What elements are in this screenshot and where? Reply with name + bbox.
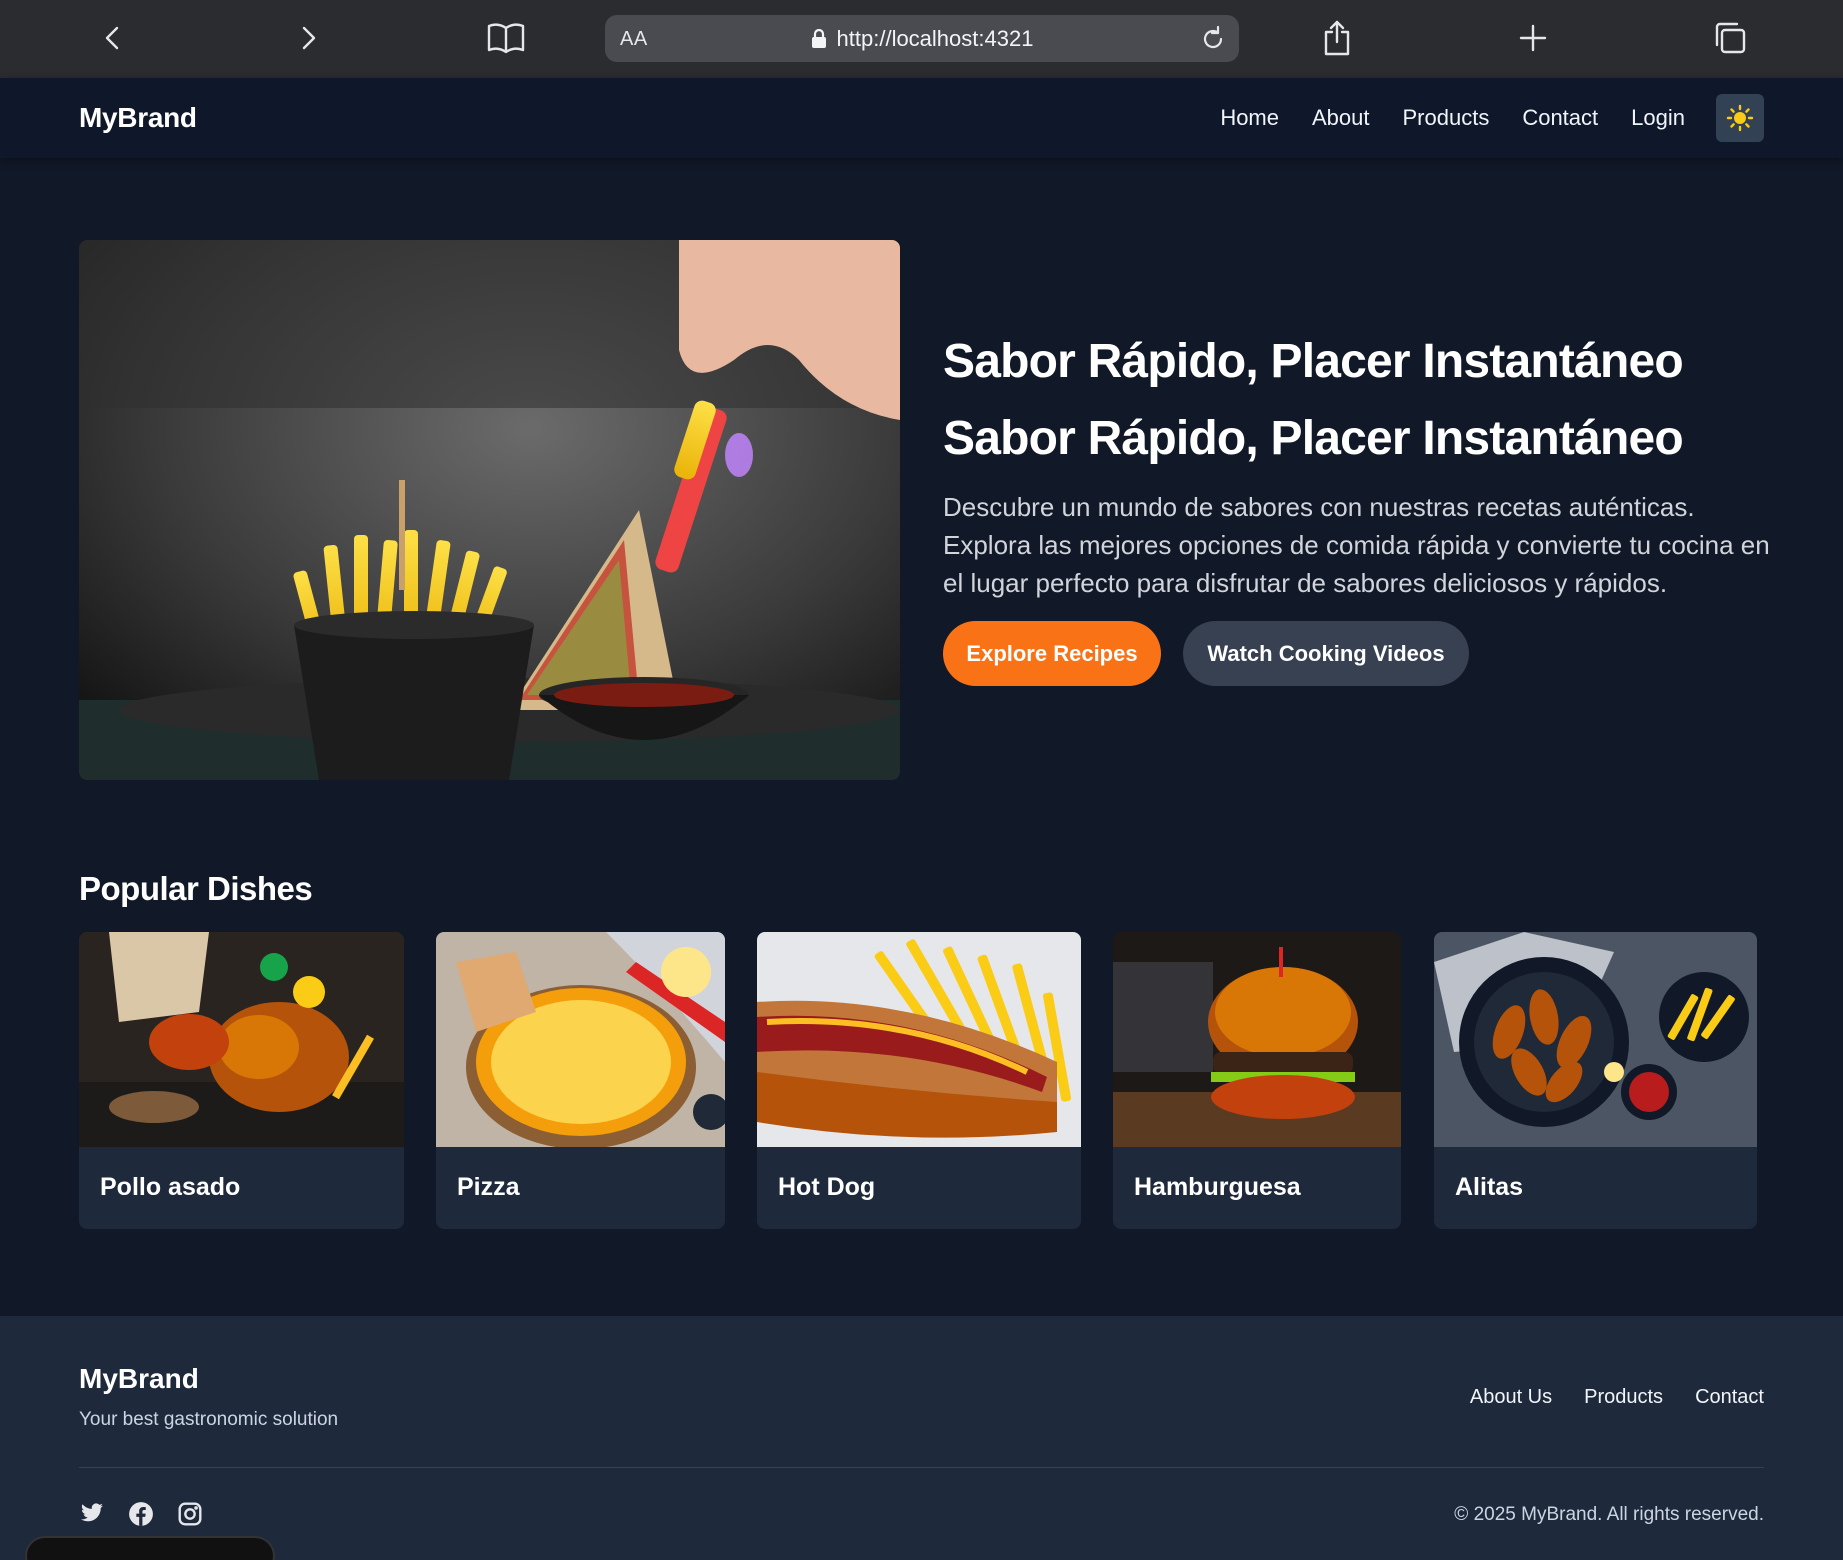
watch-videos-button[interactable]: Watch Cooking Videos	[1183, 621, 1469, 686]
forward-button[interactable]	[284, 14, 332, 62]
dish-card[interactable]: Alitas	[1434, 932, 1757, 1229]
chevron-left-icon	[105, 26, 119, 50]
dish-name: Hamburguesa	[1134, 1173, 1301, 1201]
new-tab-button[interactable]	[1509, 14, 1557, 62]
facebook-icon[interactable]	[128, 1501, 154, 1527]
hero-title-repeat: Sabor Rápido, Placer Instantáneo	[943, 412, 1684, 465]
footer-link-products[interactable]: Products	[1584, 1386, 1663, 1409]
dish-image	[436, 932, 725, 1147]
back-button[interactable]	[89, 14, 137, 62]
share-button[interactable]	[1313, 14, 1361, 62]
dish-name: Alitas	[1455, 1173, 1524, 1201]
dev-toolbar[interactable]	[25, 1536, 275, 1560]
dish-name: Hot Dog	[778, 1173, 876, 1201]
site-footer: MyBrand Your best gastronomic solution A…	[0, 1316, 1843, 1560]
nav-link-login[interactable]: Login	[1631, 105, 1685, 131]
dish-image	[1113, 932, 1401, 1147]
dish-name: Pollo asado	[100, 1173, 241, 1201]
nav-links: Home About Products Contact Login	[1220, 105, 1685, 131]
dish-card[interactable]: Hamburguesa	[1113, 932, 1401, 1229]
url-text: http://localhost:4321	[836, 25, 1034, 51]
dish-card[interactable]: Pizza	[436, 932, 725, 1229]
copyright-text: © 2025 MyBrand. All rights reserved.	[1454, 1504, 1764, 1525]
dish-card[interactable]: Hot Dog	[757, 932, 1081, 1229]
site-navbar: MyBrand Home About Products Contact Logi…	[0, 78, 1843, 158]
hero-image	[79, 240, 900, 780]
hero-description: Descubre un mundo de sabores con nuestra…	[943, 492, 1770, 598]
hero-title: Sabor Rápido, Placer Instantáneo	[943, 335, 1684, 388]
dish-name: Pizza	[457, 1173, 520, 1201]
brand-logo[interactable]: MyBrand	[79, 102, 197, 134]
sun-icon	[1726, 104, 1754, 132]
nav-link-about[interactable]: About	[1312, 105, 1370, 131]
chevron-right-icon	[302, 26, 316, 50]
dish-image	[1434, 932, 1757, 1147]
instagram-icon[interactable]	[177, 1501, 203, 1527]
footer-link-contact[interactable]: Contact	[1695, 1386, 1764, 1409]
nav-link-home[interactable]: Home	[1220, 105, 1279, 131]
reader-button[interactable]	[482, 14, 530, 62]
share-icon	[1324, 20, 1350, 56]
tabs-overview-button[interactable]	[1706, 14, 1754, 62]
footer-link-about-us[interactable]: About Us	[1470, 1386, 1552, 1409]
footer-links: About Us Products Contact	[1470, 1386, 1764, 1409]
url-display: http://localhost:4321	[605, 15, 1239, 62]
browser-toolbar: AA http://localhost:4321	[0, 0, 1843, 78]
dish-card[interactable]: Pollo asado	[79, 932, 404, 1229]
tabs-icon	[1715, 22, 1746, 54]
theme-toggle-button[interactable]	[1716, 94, 1764, 142]
lock-icon	[811, 28, 826, 48]
nav-link-contact[interactable]: Contact	[1522, 105, 1598, 131]
reload-icon[interactable]	[1199, 25, 1227, 53]
footer-divider	[79, 1467, 1764, 1468]
footer-tagline: Your best gastronomic solution	[79, 1409, 339, 1430]
footer-brand: MyBrand	[79, 1363, 199, 1394]
nav-link-products[interactable]: Products	[1403, 105, 1490, 131]
address-bar[interactable]: AA http://localhost:4321	[605, 15, 1239, 62]
dish-image	[79, 932, 404, 1147]
dish-image	[757, 932, 1081, 1147]
social-links	[79, 1501, 203, 1527]
popular-dishes-title: Popular Dishes	[79, 870, 313, 907]
twitter-icon[interactable]	[79, 1501, 105, 1527]
book-icon	[487, 23, 525, 54]
plus-icon	[1519, 24, 1547, 52]
explore-recipes-button[interactable]: Explore Recipes	[943, 621, 1161, 686]
